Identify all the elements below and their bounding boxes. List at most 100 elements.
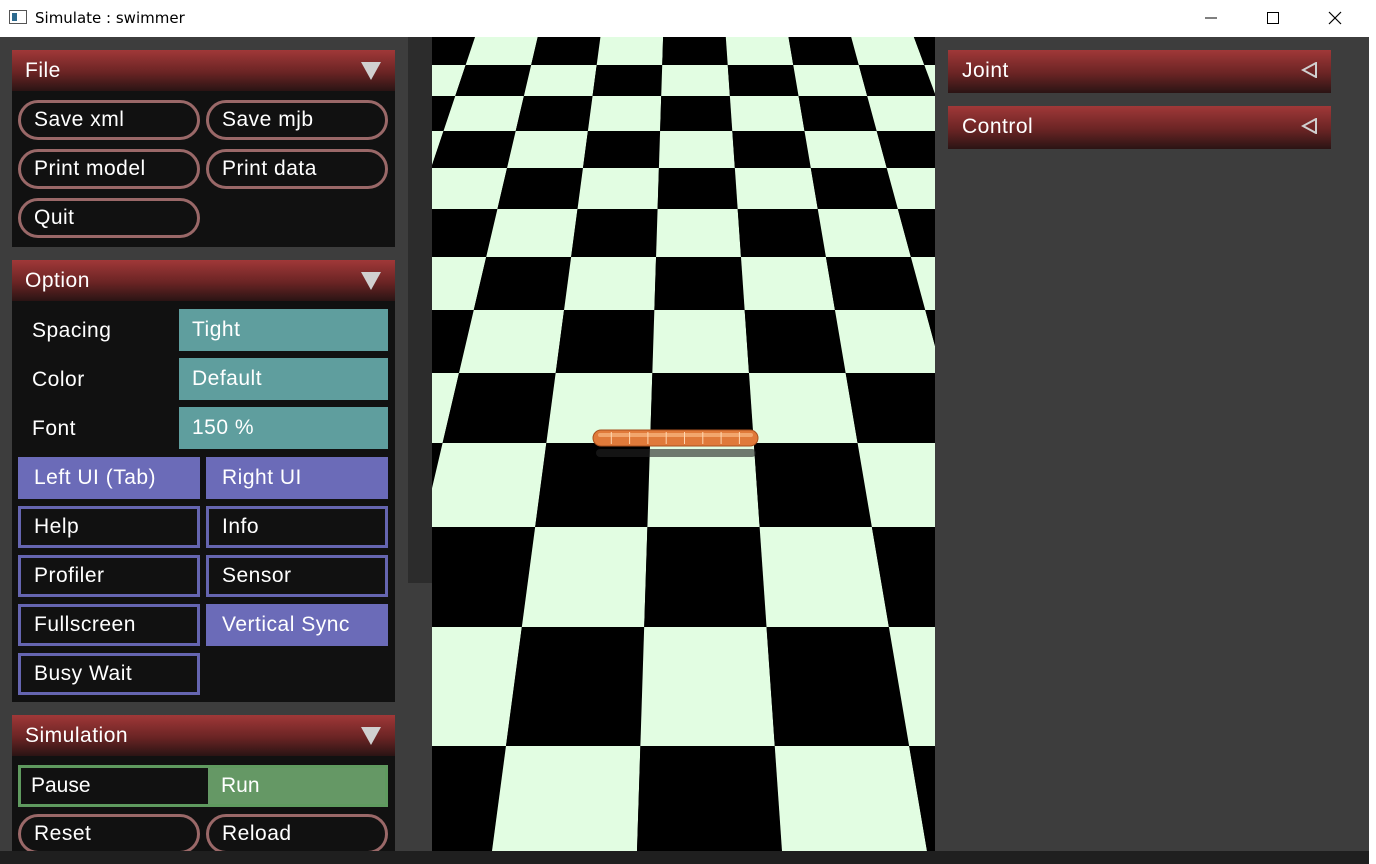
floor-tile <box>749 373 858 443</box>
floor-tile <box>555 310 655 373</box>
file-section-title: File <box>25 59 61 82</box>
spacing-select[interactable]: Tight <box>179 309 388 351</box>
floor-tile <box>521 527 648 627</box>
help-toggle-label: Help <box>34 515 80 538</box>
font-select[interactable]: 150 % <box>179 407 388 449</box>
fullscreen-toggle[interactable]: Fullscreen <box>18 604 200 646</box>
floor-tile <box>432 627 522 746</box>
floor-tile <box>582 131 661 168</box>
floor-tile <box>788 37 859 65</box>
floor-tile <box>867 96 935 131</box>
floor-tile <box>759 527 889 627</box>
run-state-radio: Pause Run <box>18 765 388 807</box>
floor-tile <box>432 168 508 209</box>
print-model-label: Print model <box>34 157 146 180</box>
color-select[interactable]: Default <box>179 358 388 400</box>
floor-tile <box>744 310 846 373</box>
swimmer-body[interactable] <box>592 429 759 447</box>
simulation-section-header[interactable]: Simulation <box>12 715 395 756</box>
left-ui-toggle-label: Left UI (Tab) <box>34 466 157 489</box>
checkerboard-floor <box>432 37 935 851</box>
floor-tile <box>442 373 556 443</box>
sensor-toggle[interactable]: Sensor <box>206 555 388 597</box>
run-option[interactable]: Run <box>208 768 385 804</box>
simulation-viewport[interactable] <box>432 37 935 851</box>
profiler-toggle[interactable]: Profiler <box>18 555 200 597</box>
help-toggle[interactable]: Help <box>18 506 200 548</box>
floor-tile <box>734 168 818 209</box>
triangle-down-icon <box>361 62 381 80</box>
floor-tile <box>654 257 745 310</box>
print-model-button[interactable]: Print model <box>18 149 200 189</box>
window-frame-bottom <box>0 851 1369 864</box>
print-data-button[interactable]: Print data <box>206 149 388 189</box>
floor-tile <box>515 96 593 131</box>
file-section-header[interactable]: File <box>12 50 395 91</box>
maximize-button[interactable] <box>1242 0 1304 36</box>
close-icon <box>1328 11 1342 25</box>
joint-section-header[interactable]: Joint <box>948 50 1331 93</box>
save-xml-label: Save xml <box>34 108 125 131</box>
save-mjb-button[interactable]: Save mjb <box>206 100 388 140</box>
profiler-toggle-label: Profiler <box>34 564 105 587</box>
print-data-label: Print data <box>222 157 317 180</box>
fullscreen-toggle-label: Fullscreen <box>34 613 136 636</box>
floor-tile <box>432 443 547 527</box>
floor-tile <box>660 96 733 131</box>
floor-tile <box>662 37 728 65</box>
floor-tile <box>455 65 532 96</box>
floor-tile <box>851 37 925 65</box>
quit-label: Quit <box>34 206 75 229</box>
triangle-down-icon <box>361 727 381 745</box>
floor-tile <box>845 373 935 443</box>
floor-tile <box>876 131 935 168</box>
left-ui-toggle[interactable]: Left UI (Tab) <box>18 457 200 499</box>
spacing-label: Spacing <box>32 319 112 342</box>
reset-button[interactable]: Reset <box>18 814 200 854</box>
reset-label: Reset <box>34 822 92 845</box>
triangle-left-icon <box>1301 62 1317 78</box>
busy-wait-toggle[interactable]: Busy Wait <box>18 653 200 695</box>
triangle-down-icon <box>361 272 381 290</box>
floor-tile <box>798 96 877 131</box>
floor-tile <box>737 209 826 257</box>
vertical-sync-toggle[interactable]: Vertical Sync <box>206 604 388 646</box>
pause-option[interactable]: Pause <box>21 768 208 804</box>
quit-button[interactable]: Quit <box>18 198 200 238</box>
maximize-icon <box>1267 12 1279 24</box>
vertical-sync-toggle-label: Vertical Sync <box>222 613 350 636</box>
close-button[interactable] <box>1304 0 1366 36</box>
window-frame-right <box>1369 37 1376 864</box>
floor-tile <box>644 527 767 627</box>
option-section-title: Option <box>25 269 90 292</box>
floor-tile <box>497 168 583 209</box>
floor-tile <box>858 65 935 96</box>
right-ui-toggle-label: Right UI <box>222 466 302 489</box>
right-ui-toggle[interactable]: Right UI <box>206 457 388 499</box>
swimmer-highlight <box>598 433 753 437</box>
control-section-header[interactable]: Control <box>948 106 1331 149</box>
reload-button[interactable]: Reload <box>206 814 388 854</box>
floor-tile <box>640 627 775 746</box>
floor-tile <box>473 257 572 310</box>
floor-tile <box>661 65 730 96</box>
info-toggle[interactable]: Info <box>206 506 388 548</box>
floor-tile <box>658 131 735 168</box>
option-section-header[interactable]: Option <box>12 260 395 301</box>
floor-tile <box>652 310 749 373</box>
save-xml-button[interactable]: Save xml <box>18 100 200 140</box>
floor-tile <box>587 96 662 131</box>
minimize-button[interactable] <box>1180 0 1242 36</box>
floor-tile <box>766 627 910 746</box>
floor-tile <box>729 96 805 131</box>
floor-tile <box>592 65 663 96</box>
left-ui-scrollbar-thumb[interactable] <box>408 37 432 583</box>
floor-tile <box>492 746 641 851</box>
floor-tile <box>834 310 935 373</box>
file-section: File Save xml Save mjb Print model Print… <box>12 50 395 247</box>
floor-tile <box>793 65 868 96</box>
sensor-toggle-label: Sensor <box>222 564 292 587</box>
floor-tile <box>443 96 524 131</box>
floor-tile <box>810 168 898 209</box>
floor-tile <box>531 37 601 65</box>
